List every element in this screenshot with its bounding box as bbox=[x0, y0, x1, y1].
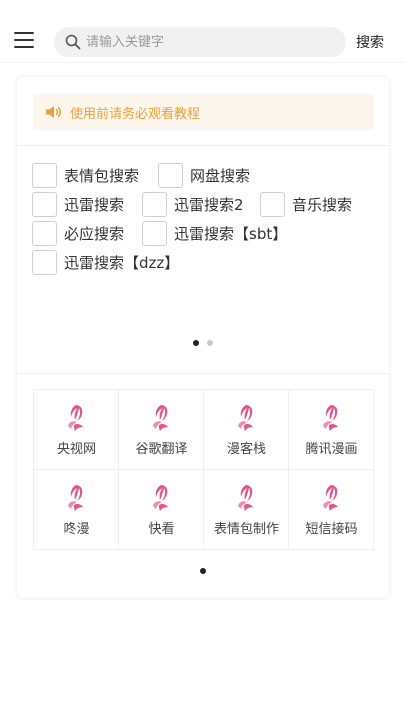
page-dot-active[interactable] bbox=[200, 568, 206, 574]
pink-feather-icon bbox=[238, 405, 253, 431]
shortcut-label: 谷歌翻译 bbox=[135, 442, 188, 457]
search-icon bbox=[65, 34, 81, 50]
search-box[interactable] bbox=[54, 27, 346, 57]
engine-label: 表情包搜索 bbox=[64, 166, 140, 185]
page-dot[interactable] bbox=[207, 340, 213, 346]
engine-checkbox[interactable] bbox=[32, 191, 57, 217]
shortcut-item[interactable]: 谷歌翻译 bbox=[119, 390, 204, 470]
engine-checkbox[interactable] bbox=[142, 220, 167, 246]
shortcut-label: 表情包制作 bbox=[213, 522, 279, 537]
speaker-icon bbox=[46, 106, 61, 118]
page-dot-active[interactable] bbox=[193, 340, 199, 346]
pink-feather-icon bbox=[68, 405, 83, 431]
shortcut-item[interactable]: 咚漫 bbox=[34, 470, 119, 550]
shortcut-item[interactable]: 表情包制作 bbox=[204, 470, 289, 550]
shortcut-label: 短信接码 bbox=[305, 522, 358, 537]
pink-feather-icon bbox=[238, 485, 253, 511]
engine-row: 必应搜索 迅雷搜索【sbt】 bbox=[32, 219, 377, 248]
shortcut-label: 央视网 bbox=[56, 442, 96, 457]
menu-icon[interactable] bbox=[14, 32, 34, 48]
tutorial-notice[interactable]: 使用前请务必观看教程 bbox=[33, 94, 374, 130]
engine-option[interactable]: 音乐搜索 bbox=[260, 190, 352, 218]
engine-row: 表情包搜索 网盘搜索 bbox=[32, 161, 377, 190]
engine-row: 迅雷搜索 迅雷搜索2 音乐搜索 bbox=[32, 190, 377, 219]
search-engine-list: 表情包搜索 网盘搜索 迅雷搜索 迅雷搜索2 音乐搜索 必应搜索 迅雷搜索【sbt… bbox=[32, 161, 377, 277]
engine-row: 迅雷搜索【dzz】 bbox=[32, 248, 377, 277]
engine-checkbox[interactable] bbox=[158, 162, 183, 188]
engine-checkbox[interactable] bbox=[32, 220, 57, 246]
engine-label: 网盘搜索 bbox=[190, 166, 251, 185]
top-bar: 搜索 bbox=[0, 0, 405, 63]
engine-label: 迅雷搜索【sbt】 bbox=[174, 224, 288, 243]
engine-checkbox[interactable] bbox=[32, 162, 57, 188]
shortcut-grid: 央视网 谷歌翻译 漫客栈 腾讯漫画咚漫 快看 表情包制作 短信接码 bbox=[33, 389, 374, 550]
shortcut-label: 腾讯漫画 bbox=[305, 442, 358, 457]
engine-checkbox[interactable] bbox=[32, 249, 57, 275]
shortcut-label: 咚漫 bbox=[63, 522, 90, 537]
shortcut-item[interactable]: 短信接码 bbox=[289, 470, 374, 550]
engine-option[interactable]: 迅雷搜索2 bbox=[142, 190, 244, 218]
engine-page-indicator bbox=[17, 340, 389, 348]
engine-option[interactable]: 表情包搜索 bbox=[32, 161, 139, 189]
pink-feather-icon bbox=[323, 485, 338, 511]
main-card: 使用前请务必观看教程 表情包搜索 网盘搜索 迅雷搜索 迅雷搜索2 音乐搜索 必应… bbox=[17, 77, 389, 598]
pink-feather-icon bbox=[153, 485, 168, 511]
pink-feather-icon bbox=[323, 405, 338, 431]
divider bbox=[17, 145, 389, 146]
engine-option[interactable]: 迅雷搜索【dzz】 bbox=[32, 248, 179, 276]
notice-text: 使用前请务必观看教程 bbox=[70, 107, 201, 122]
engine-checkbox[interactable] bbox=[142, 191, 167, 217]
shortcut-item[interactable]: 腾讯漫画 bbox=[289, 390, 374, 470]
pink-feather-icon bbox=[153, 405, 168, 431]
engine-label: 迅雷搜索2 bbox=[174, 195, 244, 214]
shortcut-label: 漫客栈 bbox=[226, 442, 266, 457]
engine-option[interactable]: 网盘搜索 bbox=[158, 161, 250, 189]
engine-label: 迅雷搜索 bbox=[64, 195, 125, 214]
search-button[interactable]: 搜索 bbox=[356, 32, 384, 52]
engine-checkbox[interactable] bbox=[260, 191, 285, 217]
pink-feather-icon bbox=[68, 485, 83, 511]
engine-option[interactable]: 必应搜索 bbox=[32, 219, 124, 247]
divider bbox=[17, 373, 389, 374]
shortcut-item[interactable]: 漫客栈 bbox=[204, 390, 289, 470]
engine-label: 音乐搜索 bbox=[292, 195, 353, 214]
shortcut-item[interactable]: 快看 bbox=[119, 470, 204, 550]
engine-label: 迅雷搜索【dzz】 bbox=[64, 253, 180, 272]
shortcut-item[interactable]: 央视网 bbox=[34, 390, 119, 470]
engine-option[interactable]: 迅雷搜索【sbt】 bbox=[142, 219, 287, 247]
engine-option[interactable]: 迅雷搜索 bbox=[32, 190, 124, 218]
shortcut-label: 快看 bbox=[148, 522, 175, 537]
search-input[interactable] bbox=[86, 27, 336, 57]
shortcut-page-indicator bbox=[17, 568, 389, 576]
engine-label: 必应搜索 bbox=[64, 224, 125, 243]
